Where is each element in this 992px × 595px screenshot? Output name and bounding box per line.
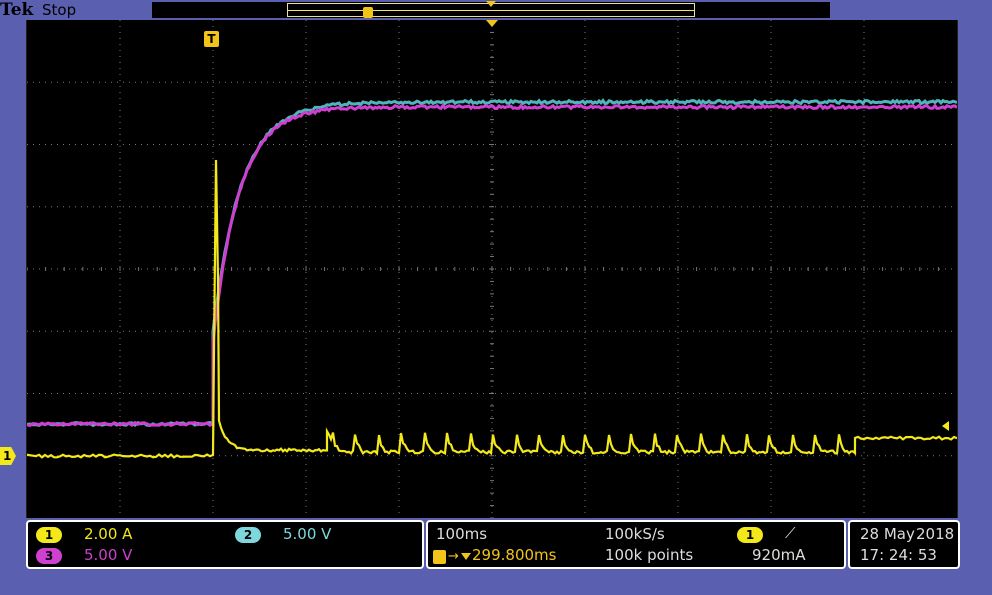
trigger-position-readout: 299.800ms [472, 546, 556, 564]
trigger-slope-icon: ⟋ [785, 524, 796, 542]
time-readout: 17: 24: 53 [860, 546, 937, 564]
trigger-delay-marker-icon [461, 553, 471, 560]
ch3-trace [27, 106, 957, 426]
ch1-badge[interactable]: 1 [36, 527, 62, 543]
top-status-bar: Tek Stop [0, 0, 992, 20]
ch2-trace [27, 101, 957, 426]
waveform-display[interactable] [26, 20, 958, 518]
channel-panel[interactable]: 1 2.00 A 2 5.00 V 3 5.00 V [26, 520, 424, 569]
record-position-icon [486, 1, 496, 7]
bottom-frame [0, 569, 992, 595]
ch1-ground-marker[interactable]: 1 [0, 447, 16, 465]
datetime-panel: 28 May 2018 17: 24: 53 [848, 520, 960, 569]
acquisition-state: Stop [42, 0, 76, 20]
ch2-badge[interactable]: 2 [235, 527, 261, 543]
year-readout: 2018 [916, 525, 954, 543]
trigger-position-icon[interactable] [486, 20, 498, 27]
ch1-scale: 2.00 A [84, 525, 132, 543]
ch2-scale: 5.00 V [283, 525, 331, 543]
trigger-time-icon[interactable]: T [204, 31, 219, 47]
trigger-delay-icon [433, 550, 446, 564]
trigger-level-icon[interactable] [942, 421, 949, 431]
trigger-source-badge[interactable]: 1 [737, 527, 763, 543]
record-trigger-icon [363, 7, 373, 18]
record-view-line [288, 10, 694, 11]
trigger-delay-arrow-icon: → [448, 549, 459, 564]
horizontal-trigger-panel[interactable]: 100ms 100kS/s 1 ⟋ → 299.800ms 100k point… [426, 520, 846, 569]
sample-rate: 100kS/s [605, 525, 665, 543]
trigger-level: 920mA [752, 546, 806, 564]
brand-logo: Tek [0, 0, 33, 20]
date-readout: 28 May [860, 525, 915, 543]
record-length: 100k points [605, 546, 693, 564]
ch3-scale: 5.00 V [84, 546, 132, 564]
ch3-badge[interactable]: 3 [36, 548, 62, 564]
waveform-canvas [27, 20, 957, 518]
horizontal-scale: 100ms [436, 525, 487, 543]
